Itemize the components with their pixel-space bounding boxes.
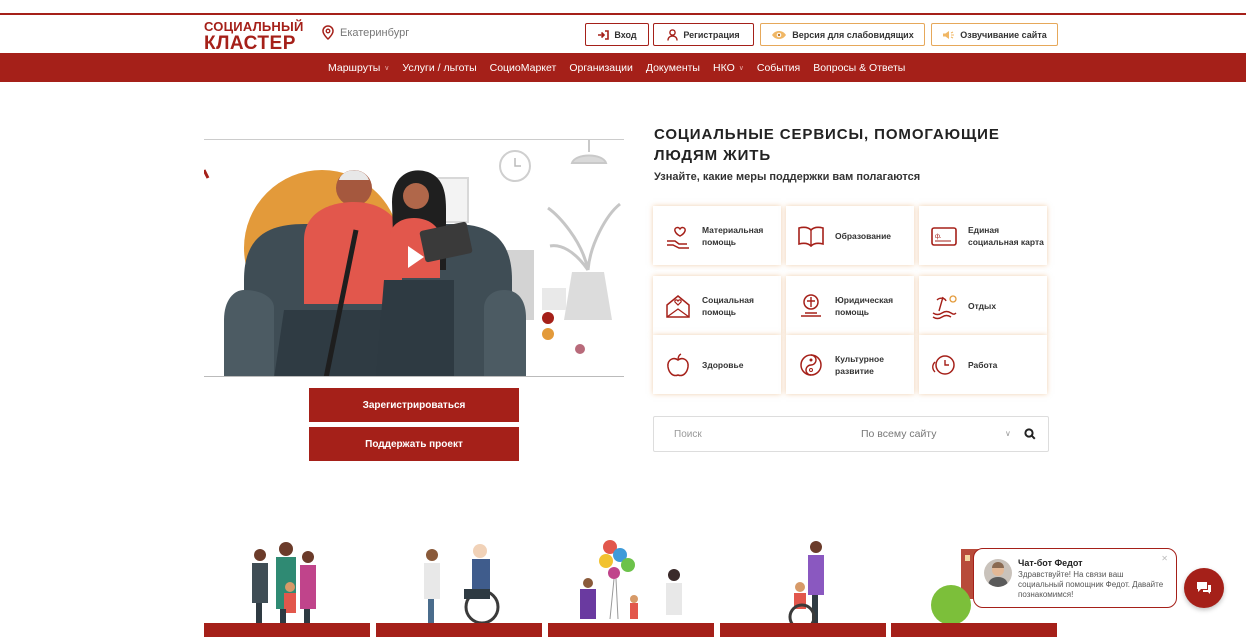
disability-illustration (788, 541, 824, 631)
nav-item-label: Маршруты (328, 61, 381, 74)
service-card[interactable]: Культурное развитие (786, 335, 914, 394)
location-pin-icon (322, 25, 334, 40)
nav-item[interactable]: Организации (569, 62, 633, 74)
site-logo[interactable]: СОЦИАЛЬНЫЙ КЛАСТЕР (204, 20, 304, 53)
card-icon: ф. (931, 226, 957, 246)
ceiling-lamp (570, 140, 608, 164)
scales-icon (801, 293, 821, 317)
chat-open-button[interactable] (1184, 568, 1224, 608)
city-selector[interactable]: Екатеринбург (322, 25, 409, 40)
promo-tile-disability[interactable] (720, 535, 886, 637)
service-card-label: Культурное развитие (835, 353, 884, 376)
service-card[interactable]: Юридическая помощь (786, 276, 914, 335)
login-button[interactable]: Вход (585, 23, 649, 46)
elderly-illustration (424, 544, 500, 625)
logo-line-2: КЛАСТЕР (204, 33, 296, 54)
service-card-label: Образование (835, 230, 892, 241)
promo-bar (376, 623, 542, 637)
login-icon (598, 29, 610, 40)
nav-item-label: СоциоМаркет (489, 61, 557, 74)
voice-label: Озвучивание сайта (960, 29, 1047, 40)
promo-tile-family[interactable] (204, 535, 370, 637)
children-illustration (580, 540, 682, 620)
family-illustration (252, 542, 316, 623)
service-card-label: Здоровье (702, 359, 744, 370)
hand-heart-icon (667, 226, 689, 249)
service-card-label: Материальная помощь (702, 224, 764, 247)
nav-item-label: События (756, 61, 801, 74)
promo-bar (720, 623, 886, 637)
beach-icon (932, 294, 957, 319)
search-scope-select[interactable]: По всему сайту (861, 428, 937, 440)
accessibility-label: Версия для слабовидящих (792, 29, 914, 40)
service-card-label: Социальная помощь (702, 294, 754, 317)
nav-item[interactable]: Документы (646, 62, 700, 74)
nav-item[interactable]: Маршруты ∨ (328, 62, 389, 74)
city-name: Екатеринбург (340, 26, 410, 39)
register-label: Регистрация (683, 29, 740, 40)
register-cta-button[interactable]: Зарегистрироваться (309, 388, 519, 422)
chatbot-avatar (984, 559, 1012, 587)
service-card-label: Единая социальная карта (968, 224, 1044, 247)
service-card-label: Работа (968, 359, 998, 370)
chevron-down-icon: ∨ (384, 64, 390, 72)
envelope-heart-icon (666, 294, 690, 318)
user-icon (667, 28, 679, 41)
hero-video[interactable] (204, 139, 624, 377)
chat-bubble-icon (1197, 582, 1211, 594)
accessibility-button[interactable]: Версия для слабовидящих (760, 23, 925, 46)
login-label: Вход (614, 29, 637, 40)
nav-item-label: НКО (712, 61, 735, 74)
service-card[interactable]: ф. Единая социальная карта (919, 206, 1047, 265)
promo-bar (204, 623, 370, 637)
service-card[interactable]: Отдых (919, 276, 1047, 335)
promo-tile-elderly[interactable] (376, 535, 542, 637)
service-card-label: Юридическая помощь (835, 294, 894, 317)
nav-item-label: Документы (645, 61, 700, 74)
promo-bar (891, 623, 1057, 637)
nav-item-label: Услуги / льготы (402, 61, 477, 74)
chevron-down-icon[interactable]: ∨ (1005, 429, 1011, 438)
nav-item[interactable]: События (757, 62, 800, 74)
service-card[interactable]: Здоровье (653, 335, 781, 394)
promo-tile-children[interactable] (548, 535, 714, 637)
apple-icon (667, 352, 689, 376)
register-button[interactable]: Регистрация (653, 23, 754, 46)
eye-icon (772, 30, 787, 39)
support-project-button[interactable]: Поддержать проект (309, 427, 519, 461)
nav-item[interactable]: Вопросы & Ответы (813, 62, 905, 74)
service-card-label: Отдых (968, 300, 997, 311)
nav-item-label: Вопросы & Ответы (813, 61, 906, 74)
hero-title: СОЦИАЛЬНЫЕ СЕРВИСЫ, ПОМОГАЮЩИЕ ЛЮДЯМ ЖИТ… (654, 126, 1000, 164)
hero-subtitle: Узнайте, какие меры поддержки вам полага… (654, 171, 921, 183)
chatbot-popup[interactable]: ✕ Чат-бот Федот Здравствуйте! На связи в… (973, 548, 1177, 608)
site-header: СОЦИАЛЬНЫЙ КЛАСТЕР Екатеринбург Вход Рег… (0, 15, 1246, 53)
service-card[interactable]: Работа (919, 335, 1047, 394)
chatbot-title: Чат-бот Федот (1018, 558, 1083, 568)
clock-icon (932, 354, 955, 375)
chatbot-message: Здравствуйте! На связи ваш социальный по… (1018, 570, 1164, 599)
search-icon[interactable] (1024, 428, 1036, 440)
promo-bar (548, 623, 714, 637)
service-card[interactable]: Образование (786, 206, 914, 265)
close-icon[interactable]: ✕ (1161, 554, 1168, 563)
hero-illustration (204, 140, 621, 376)
chevron-down-icon: ∨ (738, 64, 744, 72)
service-card[interactable]: Социальная помощь (653, 276, 781, 335)
site-search: Поиск По всему сайту ∨ (653, 416, 1049, 452)
search-input[interactable]: Поиск (674, 429, 702, 440)
yin-yang-icon (800, 353, 822, 376)
svg-text:ф.: ф. (935, 234, 942, 240)
service-card[interactable]: Материальная помощь (653, 206, 781, 265)
nav-item-label: Организации (569, 61, 633, 74)
speaker-icon (943, 30, 955, 39)
nav-item[interactable]: СоциоМаркет (490, 62, 557, 74)
nav-item[interactable]: НКО ∨ (713, 62, 744, 74)
book-icon (798, 226, 824, 247)
voice-button[interactable]: Озвучивание сайта (931, 23, 1058, 46)
main-nav: Маршруты ∨ Услуги / льготы СоциоМаркет Орган… (0, 53, 1246, 82)
nav-item[interactable]: Услуги / льготы (402, 62, 476, 74)
plant (547, 202, 621, 271)
logo-line-1: СОЦИАЛЬНЫЙ (204, 19, 304, 34)
